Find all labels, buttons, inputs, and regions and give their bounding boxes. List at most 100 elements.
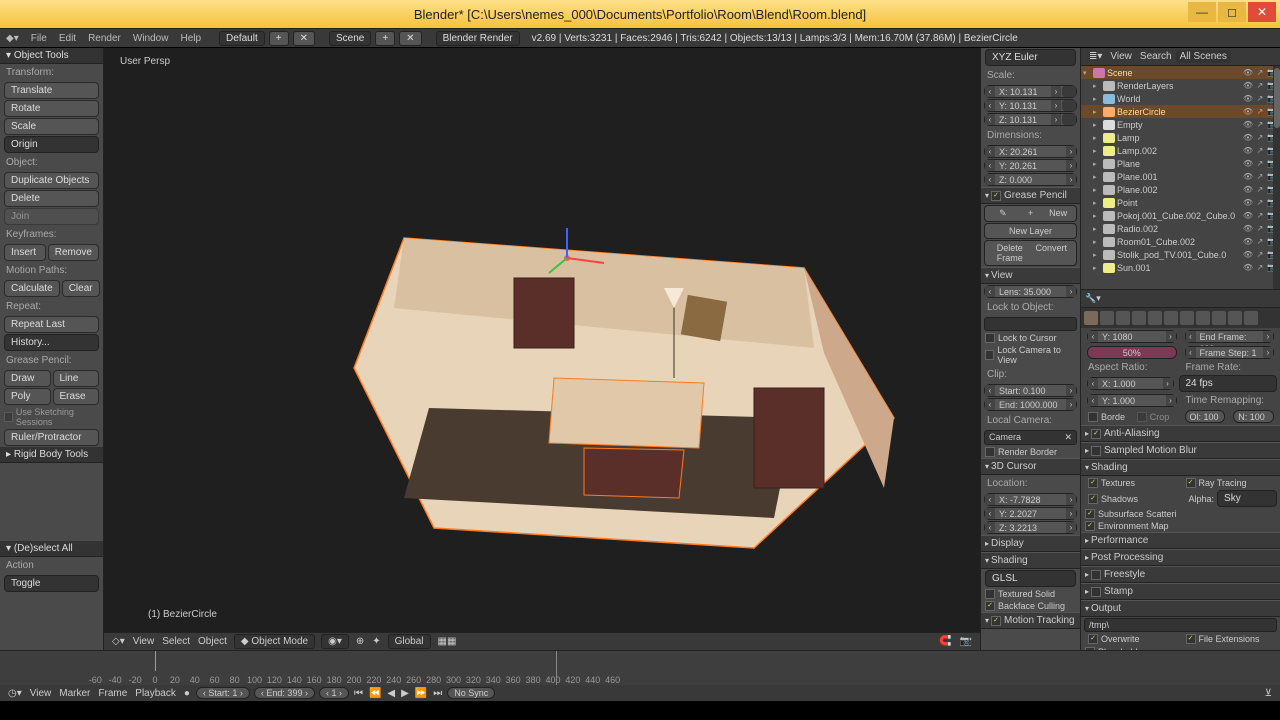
gp-draw-button[interactable]: Draw	[4, 370, 51, 387]
join-button[interactable]: Join	[4, 208, 99, 225]
outliner-item[interactable]: ▸Lamp.002👁↗📷	[1081, 144, 1280, 157]
shading-dropdown[interactable]: ◉▾	[321, 634, 349, 649]
dim-z[interactable]: ‹Z: 0.000›	[984, 173, 1077, 186]
scene-add[interactable]: +	[375, 31, 395, 46]
layout-add[interactable]: +	[269, 31, 289, 46]
convert-button[interactable]: Convert	[1031, 243, 1073, 263]
perf-header[interactable]: Performance	[1081, 532, 1280, 549]
window-close[interactable]: ✕	[1248, 2, 1276, 22]
editor-type-icon[interactable]: ◇▾	[112, 636, 125, 647]
scene-dropdown[interactable]: Scene	[329, 31, 371, 46]
mode-dropdown[interactable]: ◆ Object Mode	[234, 634, 315, 649]
shading-header[interactable]: Shading	[1081, 459, 1280, 476]
duplicate-button[interactable]: Duplicate Objects	[4, 172, 99, 189]
sync-dropdown[interactable]: No Sync	[447, 687, 495, 699]
scale-button[interactable]: Scale	[4, 118, 99, 135]
menu-window[interactable]: Window	[127, 33, 175, 44]
layout-dropdown[interactable]: Default	[219, 31, 265, 46]
render-tab[interactable]	[1084, 311, 1098, 325]
tl-marker-icon[interactable]: ⊻	[1265, 688, 1272, 699]
gp-poly-button[interactable]: Poly	[4, 388, 51, 405]
border-checkbox[interactable]	[1088, 412, 1098, 422]
vp-menu-select[interactable]: Select	[162, 636, 190, 647]
end-frame[interactable]: ‹End Frame: 399›	[1185, 330, 1275, 343]
lens-field[interactable]: ‹Lens: 35.000›	[984, 285, 1077, 298]
local-camera-input[interactable]: Camera✕	[984, 430, 1077, 445]
play-reverse[interactable]: ◀	[384, 688, 398, 699]
outliner-item[interactable]: ▸Stolik_pod_TV.001_Cube.0👁↗📷	[1081, 248, 1280, 261]
clear-button[interactable]: Clear	[62, 280, 100, 297]
jump-start[interactable]: ⏮	[351, 688, 366, 699]
gp-panel-header[interactable]: ✓Grease Pencil	[981, 187, 1080, 204]
scene-del[interactable]: ✕	[399, 31, 421, 46]
clip-start[interactable]: ‹Start: 0.100›	[984, 384, 1077, 397]
gp-erase-button[interactable]: Erase	[53, 388, 100, 405]
newlayer-button[interactable]: New Layer	[984, 223, 1077, 239]
end-frame-field[interactable]: ‹ End: 399 ›	[254, 687, 315, 699]
delete-button[interactable]: Delete	[4, 190, 99, 207]
window-maximize[interactable]: ◻	[1218, 2, 1246, 22]
manipulator-icon[interactable]: ✦	[372, 636, 380, 647]
outliner-item[interactable]: ▸RenderLayers👁↗📷	[1081, 79, 1280, 92]
translate-button[interactable]: Translate	[4, 82, 99, 99]
menu-file[interactable]: File	[25, 33, 53, 44]
dim-y[interactable]: ‹Y: 20.261›	[984, 159, 1077, 172]
aa-header[interactable]: ✓Anti-Aliasing	[1081, 425, 1280, 442]
vp-menu-object[interactable]: Object	[198, 636, 227, 647]
outliner-item[interactable]: ▸Plane.001👁↗📷	[1081, 170, 1280, 183]
timeline-ruler[interactable]: -60-40-200204060801001201401601802002202…	[0, 651, 1280, 685]
rotation-mode[interactable]: XYZ Euler	[985, 49, 1076, 66]
outliner-type-icon[interactable]: ≣▾	[1089, 51, 1102, 62]
res-percent[interactable]: 50%	[1087, 346, 1177, 359]
operator-header[interactable]: ▾ (De)select All	[0, 541, 103, 557]
outliner-item[interactable]: ▸Pokoj.001_Cube.002_Cube.0👁↗📷	[1081, 209, 1280, 222]
output-header[interactable]: Output	[1081, 600, 1280, 617]
insert-keyframe-button[interactable]: Insert	[4, 244, 46, 261]
pivot-icon[interactable]: ⊕	[356, 636, 364, 647]
properties-type-icon[interactable]: 🔧▾	[1085, 293, 1101, 304]
motiontrack-panel-header[interactable]: ✓Motion Tracking	[981, 612, 1080, 629]
gp-line-button[interactable]: Line	[53, 370, 100, 387]
menu-render[interactable]: Render	[82, 33, 127, 44]
window-minimize[interactable]: —	[1188, 2, 1216, 22]
display-panel-header[interactable]: Display	[981, 535, 1080, 552]
output-path[interactable]: /tmp\	[1084, 618, 1277, 632]
keyframe-prev[interactable]: ⏪	[366, 688, 384, 699]
aspect-x[interactable]: ‹X: 1.000›	[1087, 377, 1174, 390]
outliner-item[interactable]: ▸Empty👁↗📷	[1081, 118, 1280, 131]
autokey-icon[interactable]: ●	[184, 688, 190, 699]
orientation-dropdown[interactable]: Global	[388, 634, 431, 649]
outliner-filter[interactable]: All Scenes	[1176, 50, 1231, 63]
dim-x[interactable]: ‹X: 20.261›	[984, 145, 1077, 158]
properties-context-tabs[interactable]	[1081, 308, 1280, 328]
object-tools-header[interactable]: ▾ Object Tools	[0, 48, 103, 64]
start-frame[interactable]: ‹ Start: 1 ›	[196, 687, 250, 699]
keyframe-next[interactable]: ⏩	[412, 688, 430, 699]
scale-x[interactable]: ‹X: 10.131›	[984, 85, 1077, 98]
cursor-x[interactable]: ‹X: -7.7828›	[984, 493, 1077, 506]
3d-viewport[interactable]: User Persp (1) BezierCircle ◇▾ View Sele…	[104, 48, 980, 650]
clip-end[interactable]: ‹End: 1000.000›	[984, 398, 1077, 411]
backface-checkbox[interactable]: ✓	[985, 601, 995, 611]
remove-keyframe-button[interactable]: Remove	[48, 244, 99, 261]
shading-panel-header[interactable]: Shading	[981, 552, 1080, 569]
outliner-item[interactable]: ▸Sun.001👁↗📷	[1081, 261, 1280, 274]
outliner-search[interactable]: Search	[1140, 51, 1172, 62]
post-header[interactable]: Post Processing	[1081, 549, 1280, 566]
origin-dropdown[interactable]: Origin	[4, 136, 99, 153]
outliner-view[interactable]: View	[1110, 51, 1132, 62]
view-panel-header[interactable]: View	[981, 267, 1080, 284]
lock-object-input[interactable]	[984, 317, 1077, 331]
cursor-z[interactable]: ‹Z: 3.2213›	[984, 521, 1077, 534]
tl-playback[interactable]: Playback	[135, 688, 176, 699]
snap-icon[interactable]: 🧲	[939, 636, 951, 647]
outliner-item[interactable]: ▸Radio.002👁↗📷	[1081, 222, 1280, 235]
menu-help[interactable]: Help	[174, 33, 207, 44]
glsl-dropdown[interactable]: GLSL	[985, 570, 1076, 587]
render-border-checkbox[interactable]	[985, 447, 995, 457]
alpha-dropdown[interactable]: Sky	[1217, 490, 1277, 507]
textured-solid-checkbox[interactable]	[985, 589, 995, 599]
layers-widget[interactable]: ▦▦	[438, 636, 457, 647]
frame-step[interactable]: ‹Frame Step: 1›	[1185, 346, 1275, 359]
layout-del[interactable]: ✕	[293, 31, 315, 46]
